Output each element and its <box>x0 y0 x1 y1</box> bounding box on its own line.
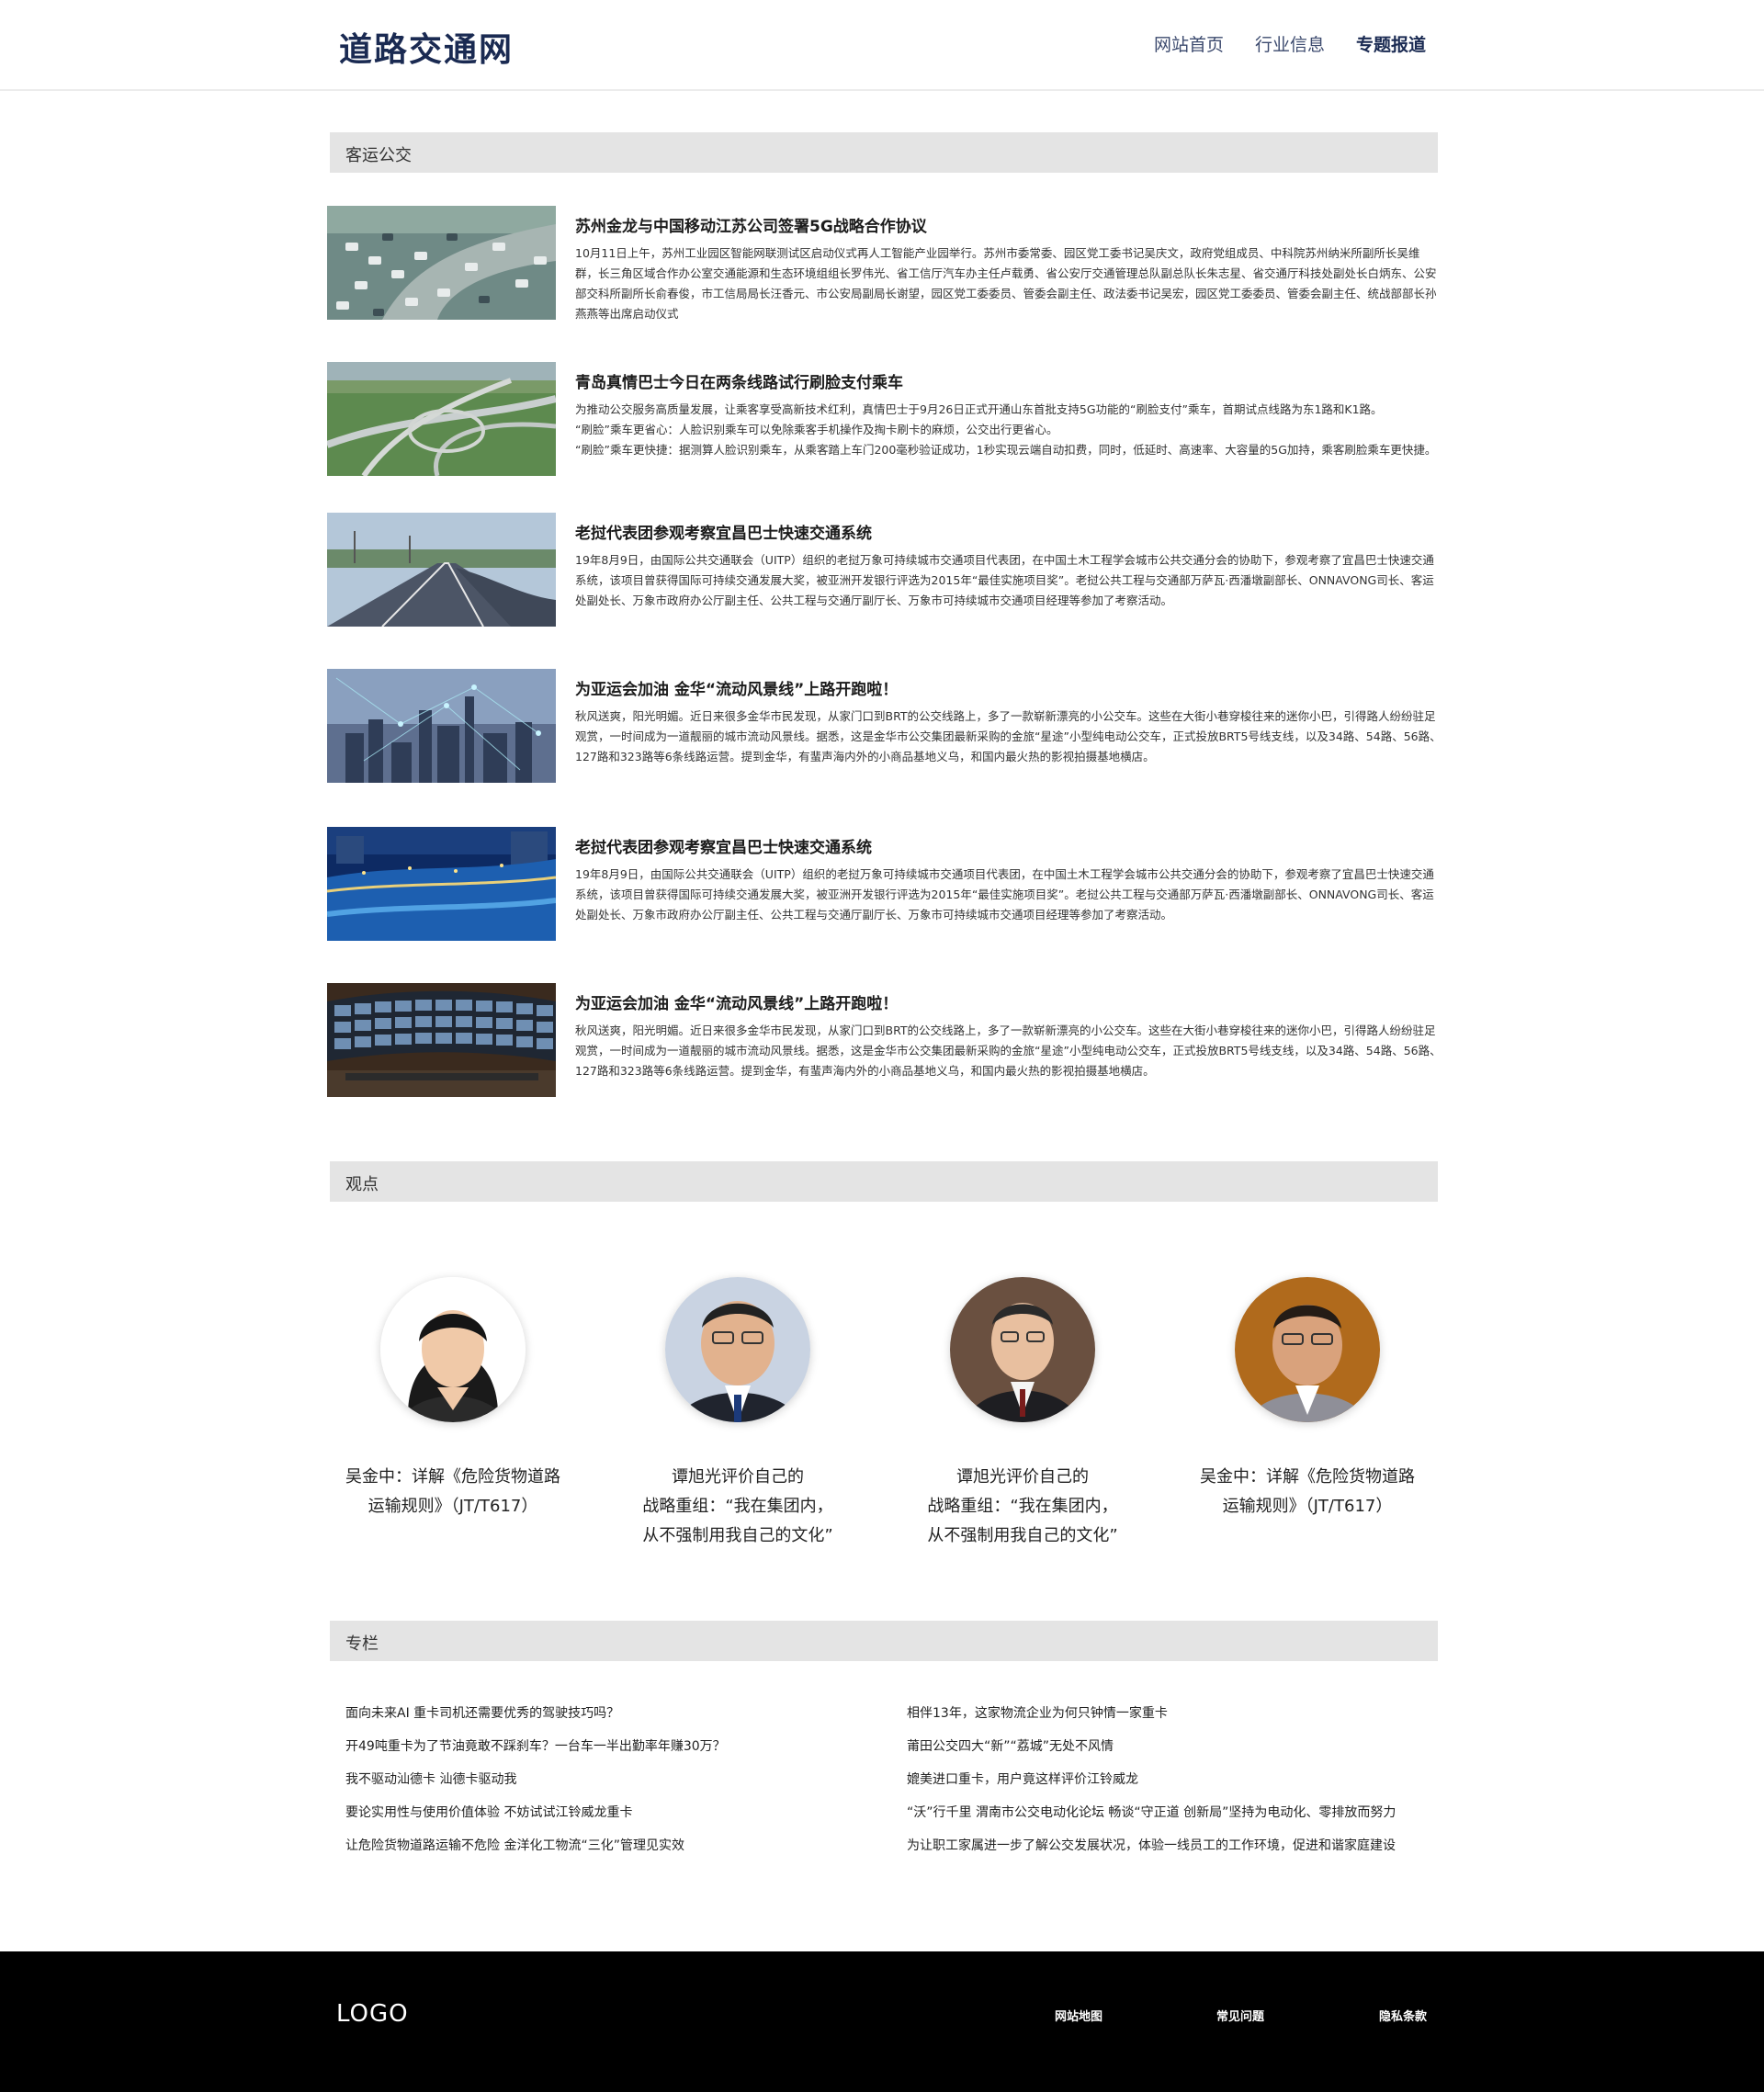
news-thumbnail-highway[interactable] <box>327 513 556 627</box>
news-summary-paragraph: 秋风送爽，阳光明媚。近日来很多金华市民发现，从家门口到BRT的公交线路上，多了一… <box>575 1023 1442 1078</box>
site-title[interactable]: 道路交通网 <box>339 23 514 71</box>
opinion-text-line: 运输规则》（JT/T617） <box>1222 1497 1393 1516</box>
news-item[interactable]: 老挝代表团参观考察宜昌巴士快速交通系统 19年8月9日，由国际公共交通联会（UI… <box>327 827 1442 941</box>
news-title[interactable]: 老挝代表团参观考察宜昌巴士快速交通系统 <box>575 834 1442 857</box>
column-link[interactable]: 面向未来AI 重卡司机还需要优秀的驾驶技巧吗？ <box>345 1703 860 1736</box>
news-body: 老挝代表团参观考察宜昌巴士快速交通系统 19年8月9日，由国际公共交通联会（UI… <box>575 520 1442 611</box>
avatar[interactable] <box>1235 1277 1380 1422</box>
section-header-bus: 客运公交 <box>330 132 1438 173</box>
news-item[interactable]: 为亚运会加油 金华“流动风景线”上路开跑啦！ 秋风送爽，阳光明媚。近日来很多金华… <box>327 669 1442 783</box>
column-link[interactable]: 开49吨重卡为了节油竟敢不踩刹车？一台车一半出勤率年赚30万？ <box>345 1736 860 1770</box>
news-body: 为亚运会加油 金华“流动风景线”上路开跑啦！ 秋风送爽，阳光明媚。近日来很多金华… <box>575 990 1442 1081</box>
news-body: 老挝代表团参观考察宜昌巴士快速交通系统 19年8月9日，由国际公共交通联会（UI… <box>575 834 1442 925</box>
opinion-text-line: 谭旭光评价自己的 <box>956 1467 1089 1487</box>
news-summary: 秋风送爽，阳光明媚。近日来很多金华市民发现，从家门口到BRT的公交线路上，多了一… <box>575 707 1442 767</box>
news-thumbnail-smart-city[interactable] <box>327 669 556 783</box>
section-title: 观点 <box>345 1175 379 1194</box>
opinion-text-line: 从不强制用我自己的文化” <box>642 1526 833 1545</box>
news-body: 为亚运会加油 金华“流动风景线”上路开跑啦！ 秋风送爽，阳光明媚。近日来很多金华… <box>575 676 1442 767</box>
news-title[interactable]: 青岛真情巴士今日在两条线路试行刷脸支付乘车 <box>575 369 1442 392</box>
news-summary-paragraph: “刷脸”乘车更快捷：据测算人脸识别乘车，从乘客踏上车门200毫秒验证成功，1秒实… <box>575 443 1437 457</box>
news-summary-paragraph: “刷脸”乘车更省心：人脸识别乘车可以免除乘客手机操作及掏卡刷卡的麻烦，公交出行更… <box>575 423 1058 436</box>
news-summary: 10月11日上午，苏州工业园区智能网联测试区启动仪式再人工智能产业园举行。苏州市… <box>575 243 1442 324</box>
news-title[interactable]: 苏州金龙与中国移动江苏公司签署5G战略合作协议 <box>575 213 1442 236</box>
news-thumbnail-control-room[interactable] <box>327 983 556 1097</box>
opinion-text-line: 从不强制用我自己的文化” <box>927 1526 1118 1545</box>
section-header-opinion: 观点 <box>330 1161 1438 1202</box>
news-item[interactable]: 青岛真情巴士今日在两条线路试行刷脸支付乘车 为推动公交服务高质量发展，让乘客享受… <box>327 362 1442 476</box>
opinion-text: 谭旭光评价自己的 战略重组：“我在集团内， 从不强制用我自己的文化” <box>600 1463 876 1551</box>
avatar[interactable] <box>950 1277 1095 1422</box>
news-thumbnail-interchange[interactable] <box>327 362 556 476</box>
news-summary: 为推动公交服务高质量发展，让乘客享受高新技术红利，真情巴士于9月26日正式开通山… <box>575 400 1442 460</box>
opinion-text-line: 战略重组：“我在集团内， <box>927 1497 1118 1516</box>
news-summary: 19年8月9日，由国际公共交通联会（UITP）组织的老挝万象可持续城市交通项目代… <box>575 550 1442 611</box>
news-item[interactable]: 老挝代表团参观考察宜昌巴士快速交通系统 19年8月9日，由国际公共交通联会（UI… <box>327 513 1442 627</box>
column-link[interactable]: 相伴13年，这家物流企业为何只钟情一家重卡 <box>907 1703 1403 1736</box>
opinion-card[interactable]: 谭旭光评价自己的 战略重组：“我在集团内， 从不强制用我自己的文化” <box>600 1277 876 1551</box>
news-thumbnail-traffic[interactable] <box>327 206 556 320</box>
opinion-text-line: 谭旭光评价自己的 <box>672 1467 804 1487</box>
news-thumbnail-river-night[interactable] <box>327 827 556 941</box>
section-header-column: 专栏 <box>330 1621 1438 1661</box>
column-link[interactable]: 莆田公交四大“新”“荔城”无处不风情 <box>907 1736 1403 1770</box>
news-item[interactable]: 苏州金龙与中国移动江苏公司签署5G战略合作协议 10月11日上午，苏州工业园区智… <box>327 206 1442 321</box>
footer-link-sitemap[interactable]: 网站地图 <box>1055 2007 1102 2024</box>
nav-special-report[interactable]: 专题报道 <box>1356 31 1426 56</box>
column-link[interactable]: “沃”行千里 渭南市公交电动化论坛 畅谈“守正道 创新局”坚持为电动化、零排放而… <box>907 1803 1403 1836</box>
news-summary: 秋风送爽，阳光明媚。近日来很多金华市民发现，从家门口到BRT的公交线路上，多了一… <box>575 1021 1442 1081</box>
opinion-text-line: 吴金中：详解《危险货物道路 <box>1200 1467 1415 1487</box>
column-link[interactable]: 我不驱动汕德卡 汕德卡驱动我 <box>345 1770 860 1803</box>
column-list-left: 面向未来AI 重卡司机还需要优秀的驾驶技巧吗？ 开49吨重卡为了节油竟敢不踩刹车… <box>345 1703 860 1869</box>
opinion-text-line: 吴金中：详解《危险货物道路 <box>345 1467 560 1487</box>
news-title[interactable]: 为亚运会加油 金华“流动风景线”上路开跑啦！ <box>575 676 1442 699</box>
opinion-text: 谭旭光评价自己的 战略重组：“我在集团内， 从不强制用我自己的文化” <box>885 1463 1160 1551</box>
site-footer: LOGO 网站地图 常见问题 隐私条款 <box>0 1951 1764 2092</box>
opinion-card[interactable]: 谭旭光评价自己的 战略重组：“我在集团内， 从不强制用我自己的文化” <box>885 1277 1160 1551</box>
opinion-card[interactable]: 吴金中：详解《危险货物道路 运输规则》（JT/T617） <box>315 1277 591 1521</box>
footer-logo[interactable]: LOGO <box>336 2000 409 2028</box>
site-header: 道路交通网 网站首页 行业信息 专题报道 <box>0 0 1764 91</box>
nav-industry-info[interactable]: 行业信息 <box>1255 31 1325 56</box>
news-summary-paragraph: 10月11日上午，苏州工业园区智能网联测试区启动仪式再人工智能产业园举行。苏州市… <box>575 246 1437 321</box>
news-title[interactable]: 老挝代表团参观考察宜昌巴士快速交通系统 <box>575 520 1442 543</box>
opinion-text: 吴金中：详解《危险货物道路 运输规则》（JT/T617） <box>315 1463 591 1521</box>
opinion-text-line: 运输规则》（JT/T617） <box>368 1497 538 1516</box>
nav-home[interactable]: 网站首页 <box>1154 31 1224 56</box>
column-link[interactable]: 要论实用性与使用价值体验 不妨试试江铃威龙重卡 <box>345 1803 860 1836</box>
section-title: 客运公交 <box>345 146 412 165</box>
avatar[interactable] <box>380 1277 526 1422</box>
news-summary-paragraph: 为推动公交服务高质量发展，让乘客享受高新技术红利，真情巴士于9月26日正式开通山… <box>575 402 1383 416</box>
footer-link-privacy[interactable]: 隐私条款 <box>1379 2007 1427 2024</box>
news-summary-paragraph: 19年8月9日，由国际公共交通联会（UITP）组织的老挝万象可持续城市交通项目代… <box>575 867 1434 922</box>
column-link[interactable]: 为让职工家属进一步了解公交发展状况，体验一线员工的工作环境，促进和谐家庭建设 <box>907 1836 1403 1869</box>
opinion-text-line: 战略重组：“我在集团内， <box>642 1497 833 1516</box>
news-title[interactable]: 为亚运会加油 金华“流动风景线”上路开跑啦！ <box>575 990 1442 1013</box>
news-summary: 19年8月9日，由国际公共交通联会（UITP）组织的老挝万象可持续城市交通项目代… <box>575 865 1442 925</box>
column-list-right: 相伴13年，这家物流企业为何只钟情一家重卡 莆田公交四大“新”“荔城”无处不风情… <box>907 1703 1403 1869</box>
news-body: 青岛真情巴士今日在两条线路试行刷脸支付乘车 为推动公交服务高质量发展，让乘客享受… <box>575 369 1442 460</box>
news-item[interactable]: 为亚运会加油 金华“流动风景线”上路开跑啦！ 秋风送爽，阳光明媚。近日来很多金华… <box>327 983 1442 1097</box>
news-body: 苏州金龙与中国移动江苏公司签署5G战略合作协议 10月11日上午，苏州工业园区智… <box>575 213 1442 324</box>
news-summary-paragraph: 秋风送爽，阳光明媚。近日来很多金华市民发现，从家门口到BRT的公交线路上，多了一… <box>575 709 1442 763</box>
main-nav: 网站首页 行业信息 专题报道 <box>1154 31 1426 56</box>
avatar[interactable] <box>665 1277 810 1422</box>
column-link[interactable]: 让危险货物道路运输不危险 金洋化工物流“三化”管理见实效 <box>345 1836 860 1869</box>
column-link[interactable]: 媲美进口重卡，用户竟这样评价江铃威龙 <box>907 1770 1403 1803</box>
opinion-text: 吴金中：详解《危险货物道路 运输规则》（JT/T617） <box>1170 1463 1445 1521</box>
news-summary-paragraph: 19年8月9日，由国际公共交通联会（UITP）组织的老挝万象可持续城市交通项目代… <box>575 553 1434 607</box>
footer-link-faq[interactable]: 常见问题 <box>1216 2007 1264 2024</box>
opinion-card[interactable]: 吴金中：详解《危险货物道路 运输规则》（JT/T617） <box>1170 1277 1445 1521</box>
section-title: 专栏 <box>345 1634 379 1654</box>
